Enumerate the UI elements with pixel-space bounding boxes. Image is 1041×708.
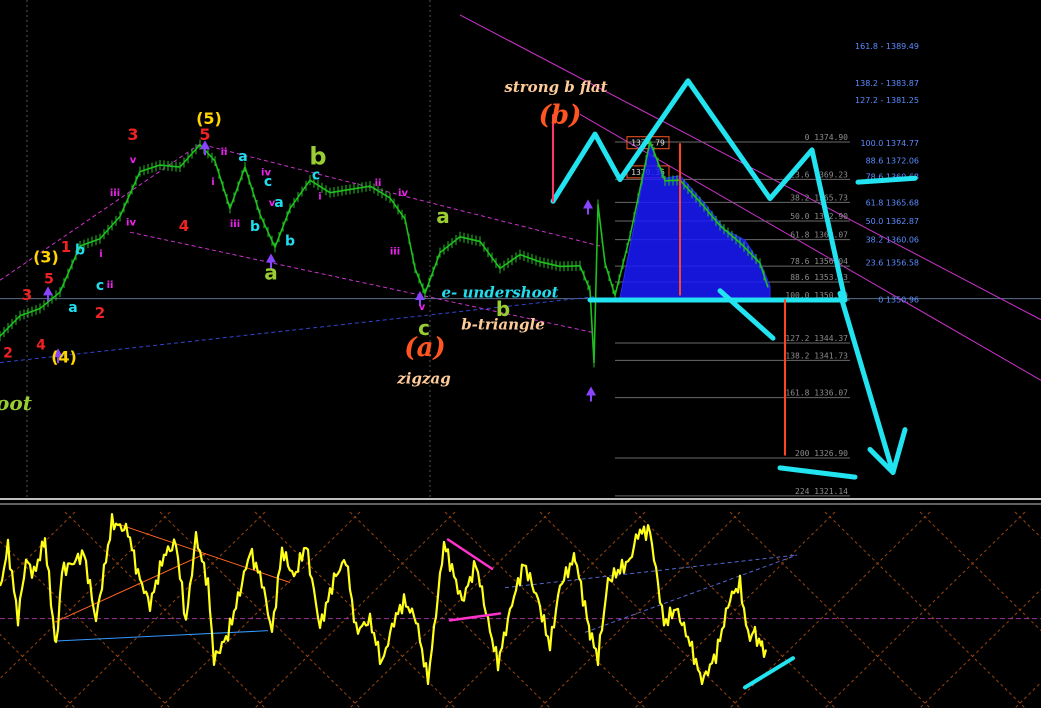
wave-label: a — [274, 195, 283, 211]
wave-label: c — [312, 168, 320, 184]
wave-label: (3) — [33, 247, 59, 266]
wave-label: 1 — [61, 238, 71, 256]
wave-label: 5 — [199, 125, 210, 144]
fib-level-label: 50.0 1362.90 — [790, 212, 848, 221]
fib-level-label: 200 1326.90 — [795, 449, 848, 458]
fib-scale-label: 88.6 1372.06 — [866, 157, 919, 166]
fib-scale-label: 0 1350.96 — [878, 296, 919, 305]
fib-scale-label: 138.2 - 1383.87 — [855, 79, 919, 88]
wave-label: ii — [221, 147, 228, 158]
wave-label: v — [269, 198, 276, 209]
chart-annotation: oot — [0, 391, 33, 415]
wave-label: 3 — [127, 125, 138, 144]
fib-scale-label: 161.8 - 1389.49 — [855, 42, 919, 51]
wave-label: a — [436, 204, 450, 228]
wave-label: ii — [107, 280, 114, 291]
wave-label: 5 — [44, 272, 54, 288]
wave-label: v — [419, 302, 426, 313]
fib-level-label: 38.2 1365.73 — [790, 193, 848, 202]
chart-annotation: (b) — [539, 101, 582, 131]
fib-scale-label: 100.0 1374.77 — [860, 139, 919, 148]
wave-label: (4) — [51, 348, 77, 367]
wave-label: iii — [110, 188, 120, 199]
wave-label: 4 — [36, 337, 46, 353]
wave-label: i — [99, 249, 102, 260]
wave-label: 3 — [22, 286, 32, 304]
wave-label: b — [75, 243, 85, 259]
wave-label: iv — [126, 218, 136, 229]
wave-label: 4 — [179, 217, 189, 235]
wave-label: b — [285, 233, 295, 249]
wave-label: a — [238, 149, 247, 165]
fib-level-label: 138.2 1341.73 — [785, 351, 848, 360]
fib-scale-label: 61.8 1365.68 — [866, 199, 919, 208]
fib-scale-label: 127.2 - 1381.25 — [855, 96, 919, 105]
fib-level-label: 161.8 1336.07 — [785, 389, 848, 398]
wave-label: iv — [261, 168, 271, 179]
chart-annotation: (a) — [404, 333, 445, 363]
wave-label: b — [250, 219, 260, 235]
wave-label: a — [264, 261, 278, 285]
wave-label: iii — [390, 247, 400, 258]
wave-label: v — [130, 155, 137, 166]
wave-label: b — [309, 142, 326, 170]
wave-label: a — [68, 300, 77, 316]
fib-level-label: 61.8 1360.07 — [790, 231, 848, 240]
fib-scale-label: 38.2 1360.06 — [866, 236, 919, 245]
fib-level-label: 127.2 1344.37 — [785, 334, 848, 343]
chart-canvas: 0 1374.9023.6 1369.2338.2 1365.7350.0 13… — [0, 0, 1041, 708]
fib-scale-label: 50.0 1362.87 — [866, 217, 919, 226]
wave-label: c — [96, 278, 104, 294]
wave-label: ii — [375, 178, 382, 189]
wave-label: 2 — [3, 345, 13, 361]
wave-label: iii — [230, 219, 240, 230]
wave-label: i — [318, 191, 321, 202]
fib-level-label: 224 1321.14 — [795, 487, 848, 496]
wave-label: iv — [398, 188, 408, 199]
wave-label: i — [211, 177, 214, 188]
chart-annotation: strong b flat — [504, 78, 607, 96]
fib-level-label: 0 1374.90 — [805, 133, 849, 142]
fib-scale-label: 23.6 1356.58 — [866, 259, 919, 268]
chart-annotation: e- undershoot — [441, 283, 558, 301]
chart-annotation: b-triangle — [461, 316, 545, 334]
chart-annotation: zigzag — [396, 370, 450, 388]
wave-label: 2 — [95, 304, 105, 322]
